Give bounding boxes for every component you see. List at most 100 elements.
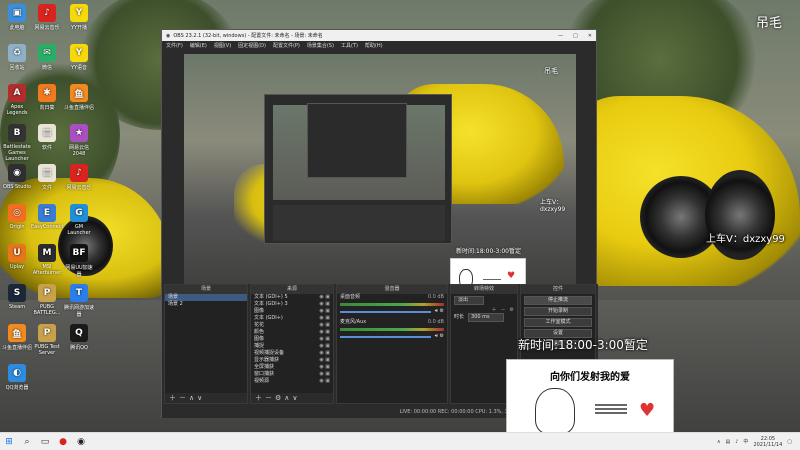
desktop-icon[interactable]: T 腾讯网游加速器 — [63, 284, 95, 318]
close-icon[interactable]: ✕ — [588, 33, 592, 39]
source-item[interactable]: 窗口捕获 ◉ ▣ — [251, 371, 333, 378]
desktop-icon[interactable]: B Battlestate Games Launcher — [1, 124, 33, 162]
control-button[interactable]: 开始录制 — [524, 307, 592, 316]
clock[interactable]: 22:05 2021/11/14 — [753, 436, 782, 448]
control-button[interactable]: 工作室模式 — [524, 318, 592, 327]
source-item[interactable]: 视频源 ◉ ▣ — [251, 378, 333, 385]
eye-lock-icon[interactable]: ◉ ▣ — [319, 315, 330, 322]
desktop-icon[interactable]: U Uplay — [1, 244, 33, 270]
speaker-icon[interactable]: 🔊︎ ⚙ — [435, 333, 444, 340]
source-item[interactable]: 颜色 ◉ ▣ — [251, 329, 333, 336]
source-item[interactable]: 视频捕捉设备 ◉ ▣ — [251, 350, 333, 357]
eye-lock-icon[interactable]: ◉ ▣ — [319, 343, 330, 350]
desktop-icon[interactable]: ▤ 软件 — [31, 124, 63, 151]
eye-lock-icon[interactable]: ◉ ▣ — [319, 329, 330, 336]
desktop-icon[interactable]: ◎ Origin — [1, 204, 33, 230]
desktop-icon[interactable]: Q 腾讯QQ — [63, 324, 95, 351]
eye-lock-icon[interactable]: ◉ ▣ — [319, 371, 330, 378]
source-item[interactable]: 全屏捕获 ◉ ▣ — [251, 364, 333, 371]
search-icon[interactable]: ⌕ — [18, 433, 36, 450]
menu-item[interactable]: 文件(F) — [166, 42, 183, 49]
menu-item[interactable]: 固定视图(D) — [238, 42, 266, 49]
desktop-icon[interactable]: 鱼斗鱼直播伴侣 — [1, 324, 33, 351]
desktop-icon[interactable]: ✉ 微信 — [31, 44, 63, 71]
desktop-icon[interactable]: Y YY语音 — [63, 44, 95, 71]
sources-toolbar[interactable]: ＋－⚙∧∨ — [251, 393, 333, 403]
desktop-icon[interactable]: Y YY开播 — [63, 4, 95, 31]
desktop-icon[interactable]: M MSI Afterburner — [31, 244, 63, 276]
volume-slider[interactable] — [340, 335, 431, 338]
chevron-up-icon[interactable]: ∧ — [717, 439, 721, 445]
desktop-icon[interactable]: ♪ 网易云音乐 — [31, 4, 63, 31]
source-item[interactable]: 文本 (GDI+) 5 ◉ ▣ — [251, 294, 333, 301]
eye-lock-icon[interactable]: ◉ ▣ — [319, 294, 330, 301]
desktop-icon[interactable]: BF 网易UU加速器 — [63, 244, 95, 278]
minimize-icon[interactable]: — — [558, 33, 563, 39]
obs-taskbar-icon[interactable]: ◉ — [72, 433, 90, 450]
scene-item[interactable]: 场景 2 — [165, 301, 247, 308]
eye-lock-icon[interactable]: ◉ ▣ — [319, 308, 330, 315]
eye-lock-icon[interactable]: ◉ ▣ — [319, 364, 330, 371]
notification-icon[interactable]: ▢ — [787, 439, 792, 445]
eye-lock-icon[interactable]: ◉ ▣ — [319, 322, 330, 329]
eye-lock-icon[interactable]: ◉ ▣ — [319, 350, 330, 357]
maximize-icon[interactable]: □ — [573, 33, 578, 39]
sunlogin-icon: ✱ — [38, 84, 56, 102]
desktop-icon[interactable]: ▤ 文件 — [31, 164, 63, 191]
title-bar[interactable]: ◉ OBS 23.2.1 (32-bit, windows) - 配置文件: 未… — [162, 30, 596, 41]
desktop-icon[interactable]: 鱼斗鱼直播伴侣 — [63, 84, 95, 111]
pubg-icon: P — [38, 284, 56, 302]
task-view-icon[interactable]: ▭ — [36, 433, 54, 450]
network-icon[interactable]: ▤ — [725, 439, 730, 445]
scene-item[interactable]: 场景 — [165, 294, 247, 301]
desktop-icon[interactable]: ▣ 此电脑 — [1, 4, 33, 31]
desktop-icon[interactable]: P PUBG Test Server — [31, 324, 63, 356]
duration-input[interactable]: 300 ms — [468, 313, 505, 322]
source-item[interactable]: 花花 ◉ ▣ — [251, 322, 333, 329]
desktop-icon[interactable]: ◐ QQ浏览器 — [1, 364, 33, 391]
eye-lock-icon[interactable]: ◉ ▣ — [319, 301, 330, 308]
source-item[interactable]: 捕捉 ◉ ▣ — [251, 343, 333, 350]
eye-lock-icon[interactable]: ◉ ▣ — [319, 378, 330, 385]
obs-icon: ◉ — [8, 164, 26, 182]
source-item[interactable]: 图像 ◉ ▣ — [251, 336, 333, 343]
desktop-icon[interactable]: ◉ OBS Studio — [1, 164, 33, 190]
start-icon[interactable]: ⊞ — [0, 433, 18, 450]
desktop-icon[interactable]: ♻ 回收站 — [1, 44, 33, 71]
menu-item[interactable]: 工具(T) — [341, 42, 358, 49]
volume-slider[interactable] — [340, 310, 431, 313]
source-item[interactable]: 文本 (GDI+) ◉ ▣ — [251, 315, 333, 322]
control-button[interactable]: 停止推流 — [524, 296, 592, 305]
desktop-icon[interactable]: P PUBG BATTLEG... — [31, 284, 63, 316]
netease-taskbar-icon[interactable]: ● — [54, 433, 72, 450]
eye-lock-icon[interactable]: ◉ ▣ — [319, 357, 330, 364]
menu-item[interactable]: 场景集合(S) — [307, 42, 334, 49]
source-item[interactable]: 图像 ◉ ▣ — [251, 308, 333, 315]
desktop-icon[interactable]: ★ 网易云信 2048 — [63, 124, 95, 157]
gear-icon[interactable]: ⚙ — [510, 307, 514, 314]
ime-icon[interactable]: 中 — [743, 438, 748, 445]
desktop-icon-label: 网易UU加速器 — [65, 265, 93, 278]
scenes-toolbar[interactable]: ＋－∧∨ — [165, 393, 247, 403]
channel-name: 桌面音频 — [340, 294, 361, 300]
menu-item[interactable]: 编辑(E) — [190, 42, 207, 49]
volume-icon[interactable]: ♪ — [735, 439, 738, 445]
desktop-icon[interactable]: A Apex Legends — [1, 84, 33, 116]
mixer-header: 混音器 — [337, 285, 447, 294]
desktop-icon[interactable]: ✱ 向日葵 — [31, 84, 63, 111]
source-item[interactable]: 文本 (GDI+) 3 ◉ ▣ — [251, 301, 333, 308]
desktop-icon[interactable]: S Steam — [1, 284, 33, 310]
menu-item[interactable]: 视图(V) — [214, 42, 231, 49]
speaker-icon[interactable]: 🔊︎ ⚙ — [435, 308, 444, 315]
transition-select[interactable]: 淡出 — [454, 296, 484, 305]
desktop-icon[interactable]: E EasyConnect — [31, 204, 63, 230]
desktop-icon[interactable]: ♪ 网易云音乐 — [63, 164, 95, 191]
desktop-icon[interactable]: G GM Launcher — [63, 204, 95, 236]
menu-item[interactable]: 帮助(H) — [365, 42, 383, 49]
desktop-icon-label: PUBG Test Server — [34, 344, 60, 356]
steam-icon: S — [8, 284, 26, 302]
menu-item[interactable]: 配置文件(P) — [273, 42, 300, 49]
preview-canvas[interactable]: 吊毛 上车V：dxzxy99 新时间:18:00-3:00暂定 ♥ — [184, 54, 576, 302]
eye-lock-icon[interactable]: ◉ ▣ — [319, 336, 330, 343]
source-item[interactable]: 显示器捕获 ◉ ▣ — [251, 357, 333, 364]
